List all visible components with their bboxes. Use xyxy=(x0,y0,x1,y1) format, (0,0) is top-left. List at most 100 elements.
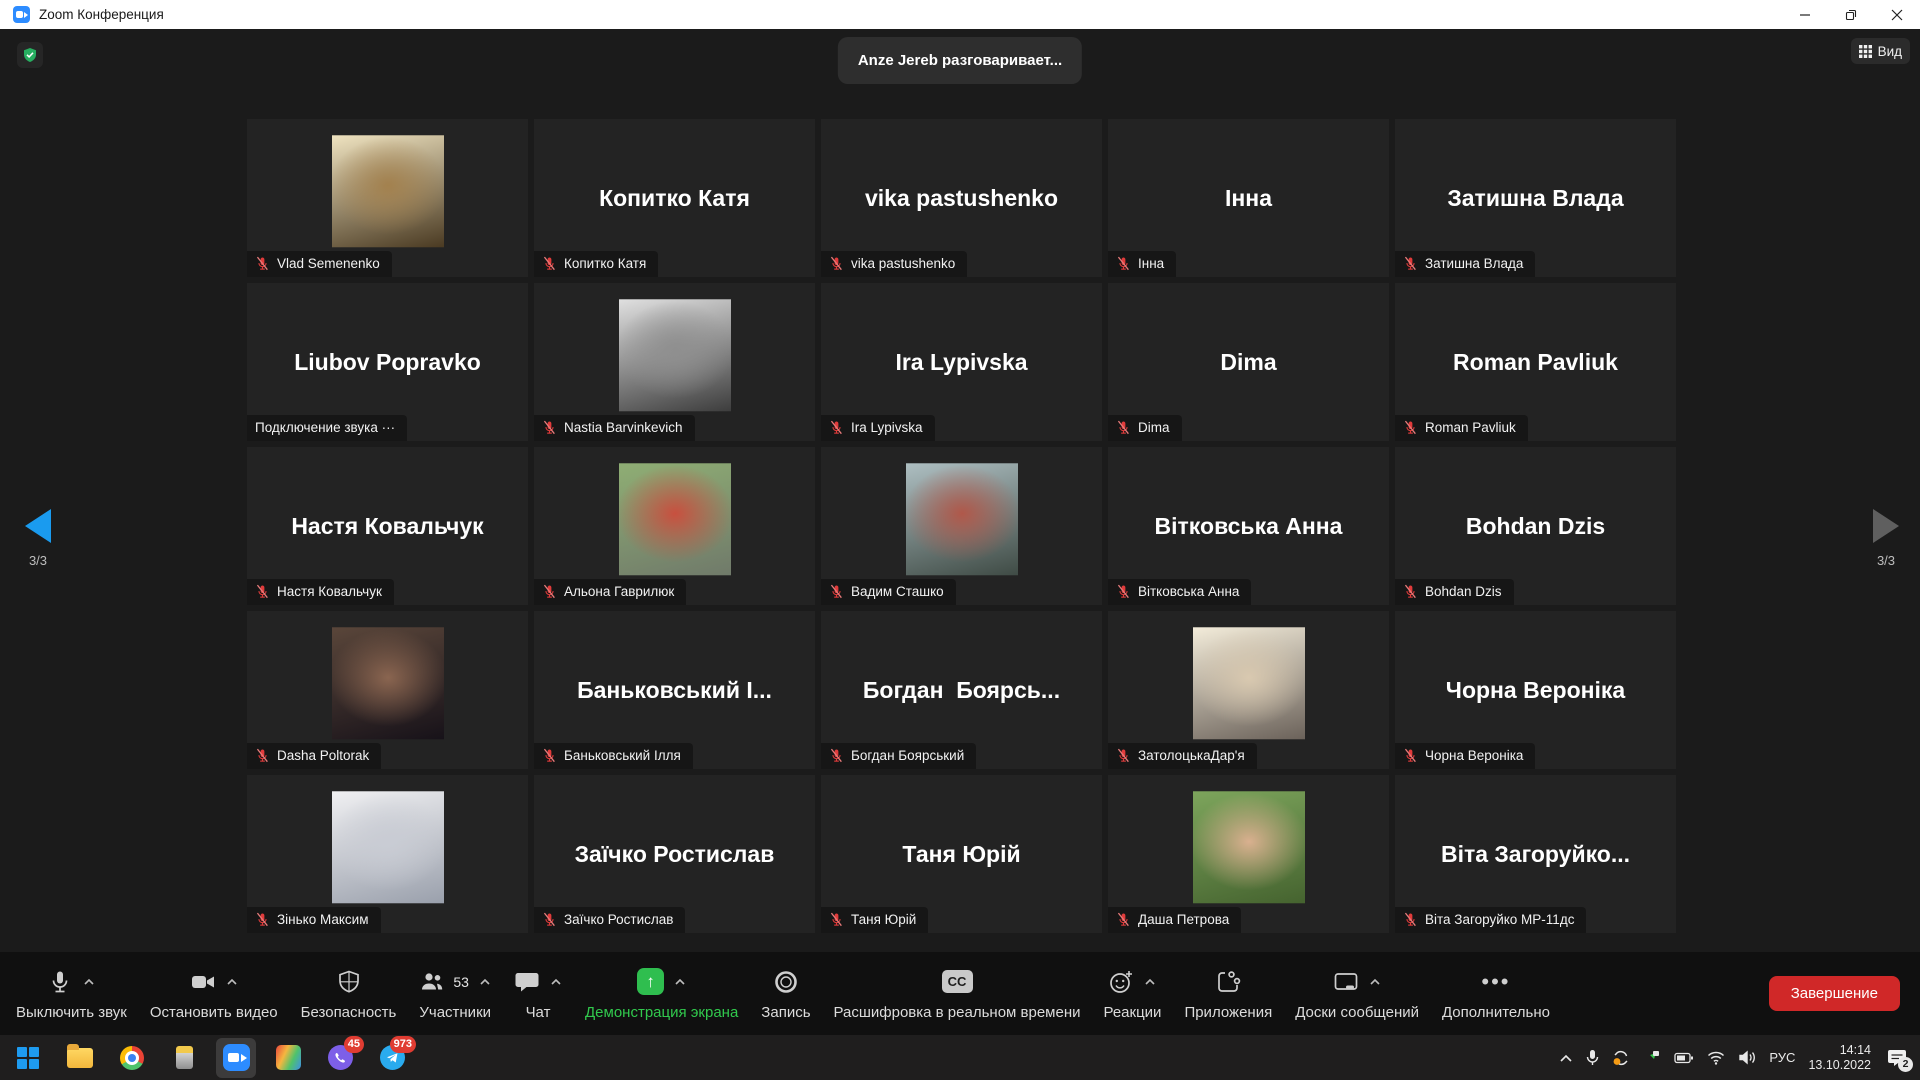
participant-name-tag: Bohdan Dzis xyxy=(1395,579,1514,605)
notification-center-button[interactable]: 2 xyxy=(1884,1045,1910,1071)
minimize-button[interactable] xyxy=(1782,0,1828,29)
participant-tile[interactable]: Копитко Катя Копитко Катя xyxy=(534,119,815,277)
outdoor-photo-red-top xyxy=(619,463,731,575)
app-taskbar-icon-colorful[interactable] xyxy=(268,1038,308,1078)
share-screen-button[interactable]: ↑ Демонстрация экрана xyxy=(585,967,738,1021)
previous-page-control[interactable]: 3/3 xyxy=(8,509,68,568)
participant-tile[interactable]: Вітковська Анна Вітковська Анна xyxy=(1108,447,1389,605)
participant-name-tag: Nastia Barvinkevich xyxy=(534,415,695,441)
chat-button[interactable]: Чат xyxy=(514,967,562,1021)
participant-tile[interactable]: Ira Lypivska Ira Lypivska xyxy=(821,283,1102,441)
view-button-label: Вид xyxy=(1878,44,1902,59)
whiteboards-button[interactable]: Доски сообщений xyxy=(1295,967,1419,1021)
participant-name-tag: Dasha Poltorak xyxy=(247,743,381,769)
mic-muted-icon xyxy=(542,912,557,927)
participant-name-tag: Таня Юрій xyxy=(821,907,928,933)
participant-tile[interactable]: Альона Гаврилюк xyxy=(534,447,815,605)
previous-page-arrow-icon[interactable] xyxy=(25,509,51,543)
chevron-up-icon[interactable] xyxy=(674,978,686,986)
chevron-up-icon[interactable] xyxy=(1144,978,1156,986)
participant-tile[interactable]: Bohdan Dzis Bohdan Dzis xyxy=(1395,447,1676,605)
tray-chevron-up-icon[interactable] xyxy=(1559,1053,1573,1063)
participant-name-tag: Vlad Semenenko xyxy=(247,251,392,277)
participant-tile[interactable]: Зінько Максим xyxy=(247,775,528,933)
zoom-camera-icon xyxy=(223,1044,250,1071)
apps-button[interactable]: Приложения xyxy=(1184,967,1272,1021)
chevron-up-icon[interactable] xyxy=(226,978,238,986)
tray-usb-eject-icon[interactable] xyxy=(1643,1049,1661,1066)
participant-tile[interactable]: Богдан Боярсь... Богдан Боярський xyxy=(821,611,1102,769)
viber-taskbar-icon[interactable]: 45 xyxy=(320,1038,360,1078)
grid-view-icon xyxy=(1859,45,1872,58)
record-button[interactable]: Запись xyxy=(761,967,810,1021)
participant-tile[interactable]: Dima Dima xyxy=(1108,283,1389,441)
participants-button[interactable]: 53 Участники xyxy=(419,967,491,1021)
more-button[interactable]: ••• Дополнительно xyxy=(1442,967,1550,1021)
participant-tile[interactable]: Даша Петрова xyxy=(1108,775,1389,933)
participant-tile[interactable]: vika pastushenko vika pastushenko xyxy=(821,119,1102,277)
participant-tile[interactable]: Вадим Сташко xyxy=(821,447,1102,605)
tray-wifi-icon[interactable] xyxy=(1707,1051,1725,1065)
tray-sync-icon[interactable] xyxy=(1612,1049,1630,1067)
language-indicator[interactable]: РУС xyxy=(1769,1050,1795,1065)
chevron-up-icon[interactable] xyxy=(550,978,562,986)
participant-tile[interactable]: Настя Ковальчук Настя Ковальчук xyxy=(247,447,528,605)
end-meeting-button[interactable]: Завершение xyxy=(1769,976,1900,1011)
zoom-taskbar-icon[interactable] xyxy=(216,1038,256,1078)
close-button[interactable] xyxy=(1874,0,1920,29)
mic-muted-icon xyxy=(829,912,844,927)
tray-battery-icon[interactable] xyxy=(1674,1051,1694,1065)
mic-muted-icon xyxy=(1116,256,1131,271)
participant-name-tag-text: Roman Pavliuk xyxy=(1425,420,1516,435)
participant-name-tag-text: Баньковський Ілля xyxy=(564,748,681,763)
participant-tile[interactable]: Dasha Poltorak xyxy=(247,611,528,769)
mic-muted-icon xyxy=(542,256,557,271)
participant-name-tag: Альона Гаврилюк xyxy=(534,579,686,605)
participant-tile[interactable]: Nastia Barvinkevich xyxy=(534,283,815,441)
tray-volume-icon[interactable] xyxy=(1738,1050,1756,1065)
participant-tile[interactable]: Таня Юрій Таня Юрій xyxy=(821,775,1102,933)
participant-tile[interactable]: Інна Інна xyxy=(1108,119,1389,277)
stop-video-button[interactable]: Остановить видео xyxy=(150,967,278,1021)
telegram-unread-badge: 973 xyxy=(390,1036,416,1053)
participant-tile[interactable]: Віта Загоруйко... Віта Загоруйко МР-11дс xyxy=(1395,775,1676,933)
participant-name-tag-text: Чорна Вероніка xyxy=(1425,748,1523,763)
next-page-arrow-icon[interactable] xyxy=(1873,509,1899,543)
chevron-up-icon[interactable] xyxy=(83,978,95,986)
participant-name-tag-text: Віта Загоруйко МР-11дс xyxy=(1425,912,1574,927)
participant-tile[interactable]: Liubov Popravko Подключение звука ··· xyxy=(247,283,528,441)
participants-count: 53 xyxy=(453,974,469,990)
participant-tile[interactable]: Roman Pavliuk Roman Pavliuk xyxy=(1395,283,1676,441)
chevron-up-icon[interactable] xyxy=(1369,978,1381,986)
participant-tile[interactable]: Баньковський І... Баньковський Ілля xyxy=(534,611,815,769)
taskbar-clock[interactable]: 14:14 13.10.2022 xyxy=(1808,1043,1871,1073)
participant-tile[interactable]: Заїчко Ростислав Заїчко Ростислав xyxy=(534,775,815,933)
windows-taskbar: 45 973 РУС xyxy=(0,1035,1920,1080)
notification-count-badge: 2 xyxy=(1898,1057,1913,1072)
next-page-control[interactable]: 3/3 xyxy=(1856,509,1916,568)
telegram-taskbar-icon[interactable]: 973 xyxy=(372,1038,412,1078)
meeting-info-shield-button[interactable] xyxy=(17,42,43,68)
cartoon-raccoon-avatar xyxy=(332,135,444,247)
live-transcript-button[interactable]: CC Расшифровка в реальном времени xyxy=(834,967,1081,1021)
chrome-taskbar-icon[interactable] xyxy=(112,1038,152,1078)
participant-name-tag-text: Таня Юрій xyxy=(851,912,916,927)
mic-muted-icon xyxy=(1403,912,1418,927)
reactions-button[interactable]: Реакции xyxy=(1103,967,1161,1021)
start-button[interactable] xyxy=(8,1038,48,1078)
mic-muted-icon xyxy=(542,420,557,435)
view-button[interactable]: Вид xyxy=(1851,38,1910,64)
participant-tile[interactable]: Затишна Влада Затишна Влада xyxy=(1395,119,1676,277)
mute-button[interactable]: Выключить звук xyxy=(16,967,127,1021)
participant-name-tag-text: Dima xyxy=(1138,420,1170,435)
maximize-restore-button[interactable] xyxy=(1828,0,1874,29)
security-button[interactable]: Безопасность xyxy=(301,967,397,1021)
app-taskbar-icon-glass[interactable] xyxy=(164,1038,204,1078)
participant-tile[interactable]: Vlad Semenenko xyxy=(247,119,528,277)
chevron-up-icon[interactable] xyxy=(479,978,491,986)
tray-mic-icon[interactable] xyxy=(1586,1049,1599,1066)
participant-name-tag-text: Вітковська Анна xyxy=(1138,584,1239,599)
participant-tile[interactable]: ЗатолоцькаДар'я xyxy=(1108,611,1389,769)
file-explorer-taskbar-icon[interactable] xyxy=(60,1038,100,1078)
participant-tile[interactable]: Чорна Вероніка Чорна Вероніка xyxy=(1395,611,1676,769)
